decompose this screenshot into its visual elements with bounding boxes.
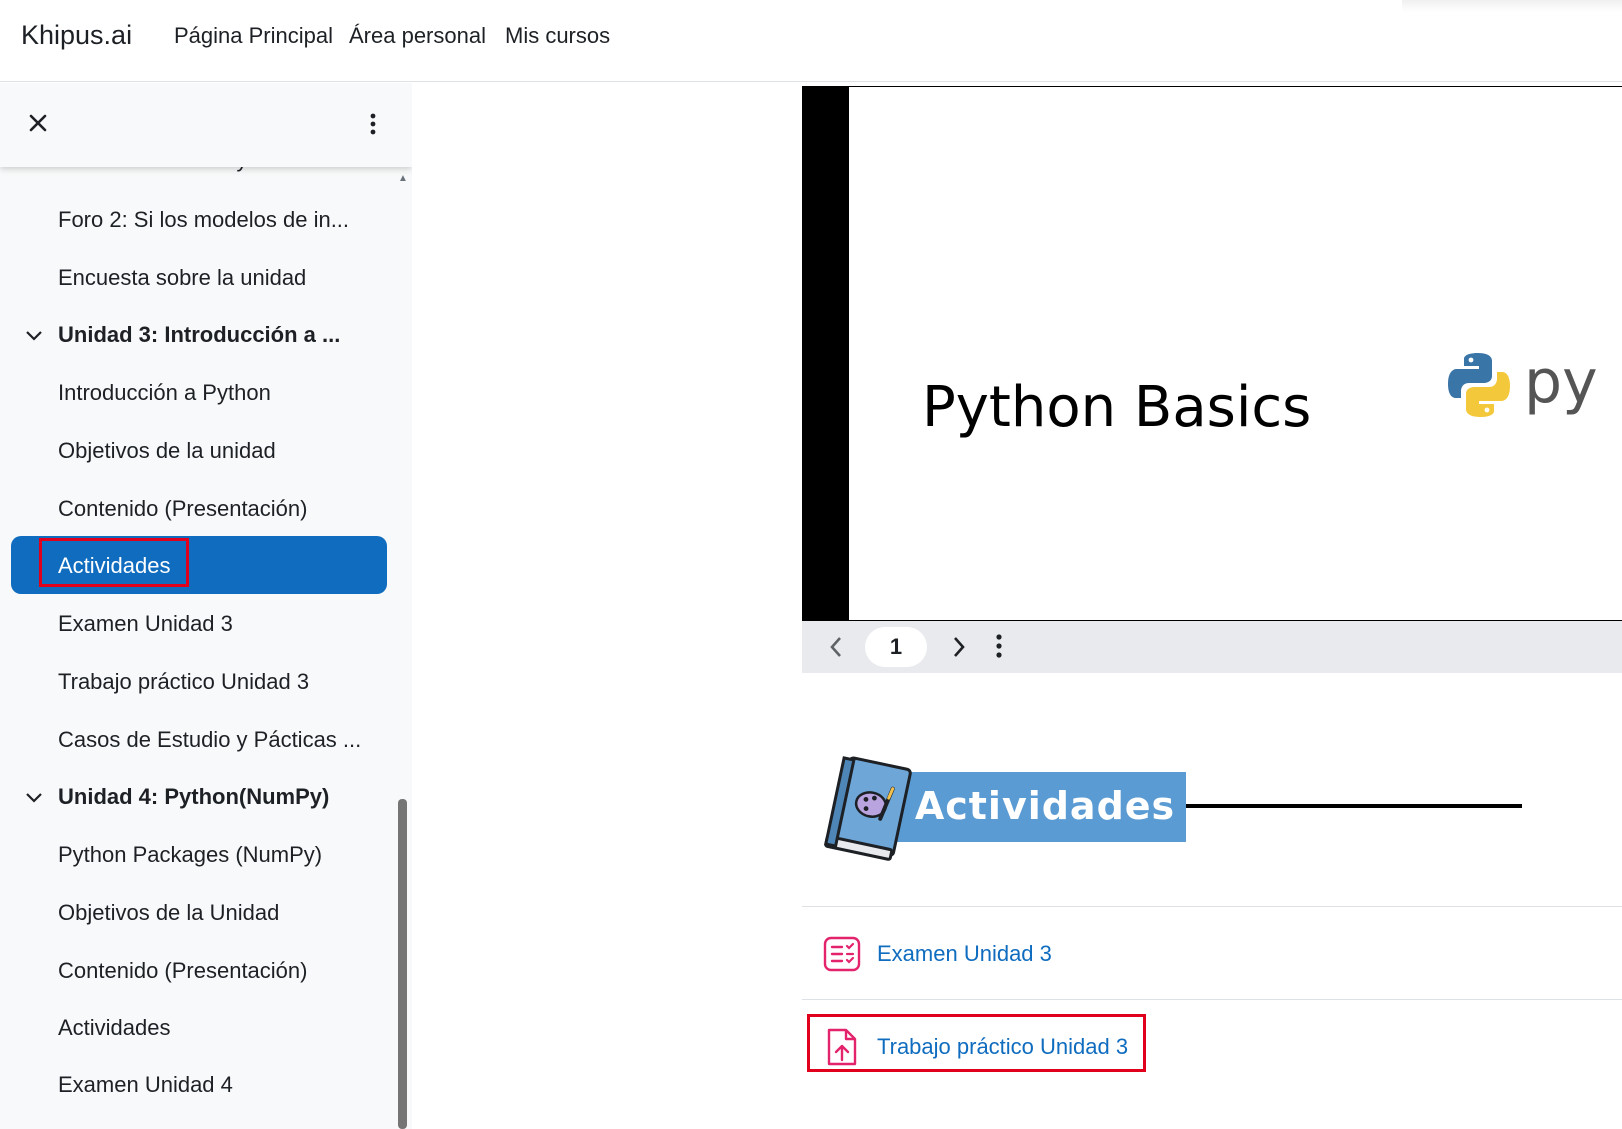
chevron-down-icon[interactable]: [24, 787, 44, 807]
course-index-item[interactable]: Encuesta sobre la unidad: [58, 265, 306, 291]
activity-divider: [802, 906, 1622, 907]
close-icon: [29, 114, 47, 132]
course-index-drawer: ▲ Casos de Estudio y Pácticas ... Foro 2…: [0, 83, 412, 1129]
pdf-toolbar: 1: [802, 621, 1622, 673]
book-palette-icon: [824, 756, 912, 861]
slide-title: Python Basics: [922, 375, 1312, 440]
course-index-item[interactable]: Contenido (Presentación): [58, 958, 307, 984]
section-title: Unidad 3: Introducción a ...: [58, 322, 341, 347]
highlight-box: [39, 538, 189, 587]
slide-left-border: [802, 87, 849, 621]
previous-page-button[interactable]: [826, 634, 846, 665]
next-page-button[interactable]: [949, 634, 969, 665]
top-navbar: Khipus.ai Página Principal Área personal…: [0, 0, 1622, 82]
quiz-icon: [822, 934, 862, 974]
drawer-scrollbar[interactable]: [398, 799, 407, 1129]
chevron-down-icon[interactable]: [24, 325, 44, 345]
course-index-item[interactable]: Contenido (Presentación): [58, 496, 307, 522]
activity-divider: [802, 999, 1622, 1000]
activities-banner: Actividades: [822, 754, 1522, 864]
page-number-input[interactable]: 1: [865, 627, 927, 667]
python-logo-text: py: [1524, 347, 1598, 417]
activity-item-exam[interactable]: Examen Unidad 3: [822, 934, 1052, 974]
course-index-item[interactable]: Introducción a Python: [58, 380, 271, 406]
drawer-options-button[interactable]: [360, 109, 386, 139]
course-index-item[interactable]: Examen Unidad 3: [58, 611, 233, 637]
nav-link-my-courses[interactable]: Mis cursos: [505, 23, 610, 49]
drawer-header: [0, 83, 412, 167]
highlight-box: [807, 1014, 1146, 1072]
nav-link-personal-area[interactable]: Área personal: [349, 23, 486, 49]
course-index-item[interactable]: Examen Unidad 4: [58, 1072, 233, 1098]
activity-link-exam[interactable]: Examen Unidad 3: [877, 941, 1052, 967]
site-brand[interactable]: Khipus.ai: [21, 20, 132, 51]
banner-line: [1186, 804, 1522, 808]
kebab-menu-icon: [996, 634, 1002, 658]
banner-title: Actividades: [914, 784, 1176, 828]
close-drawer-button[interactable]: [24, 109, 52, 137]
pdf-viewer: Python Basics py: [802, 86, 1622, 622]
course-index-item[interactable]: Casos de Estudio y Pácticas ...: [58, 727, 361, 753]
course-index-item[interactable]: Foro 2: Si los modelos de in...: [58, 207, 349, 233]
course-index-item[interactable]: Objetivos de la Unidad: [58, 900, 279, 926]
section-unit-3[interactable]: Unidad 3: Introducción a ...: [24, 322, 340, 348]
course-index-item[interactable]: Trabajo práctico Unidad 3: [58, 669, 309, 695]
scroll-up-arrow-icon[interactable]: ▲: [398, 173, 408, 184]
nav-link-home[interactable]: Página Principal: [174, 23, 333, 49]
python-logo-icon: [1448, 353, 1510, 417]
course-index-item[interactable]: Actividades: [58, 1015, 171, 1041]
course-index-item[interactable]: Python Packages (NumPy): [58, 842, 322, 868]
kebab-menu-icon: [370, 113, 376, 135]
chevron-left-icon: [830, 637, 841, 657]
course-index-item[interactable]: Objetivos de la unidad: [58, 438, 276, 464]
section-unit-4[interactable]: Unidad 4: Python(NumPy): [24, 784, 329, 810]
section-title: Unidad 4: Python(NumPy): [58, 784, 330, 809]
chevron-right-icon: [954, 637, 965, 657]
pdf-more-options-button[interactable]: [995, 633, 1003, 664]
navbar-shadow: [1402, 0, 1622, 12]
